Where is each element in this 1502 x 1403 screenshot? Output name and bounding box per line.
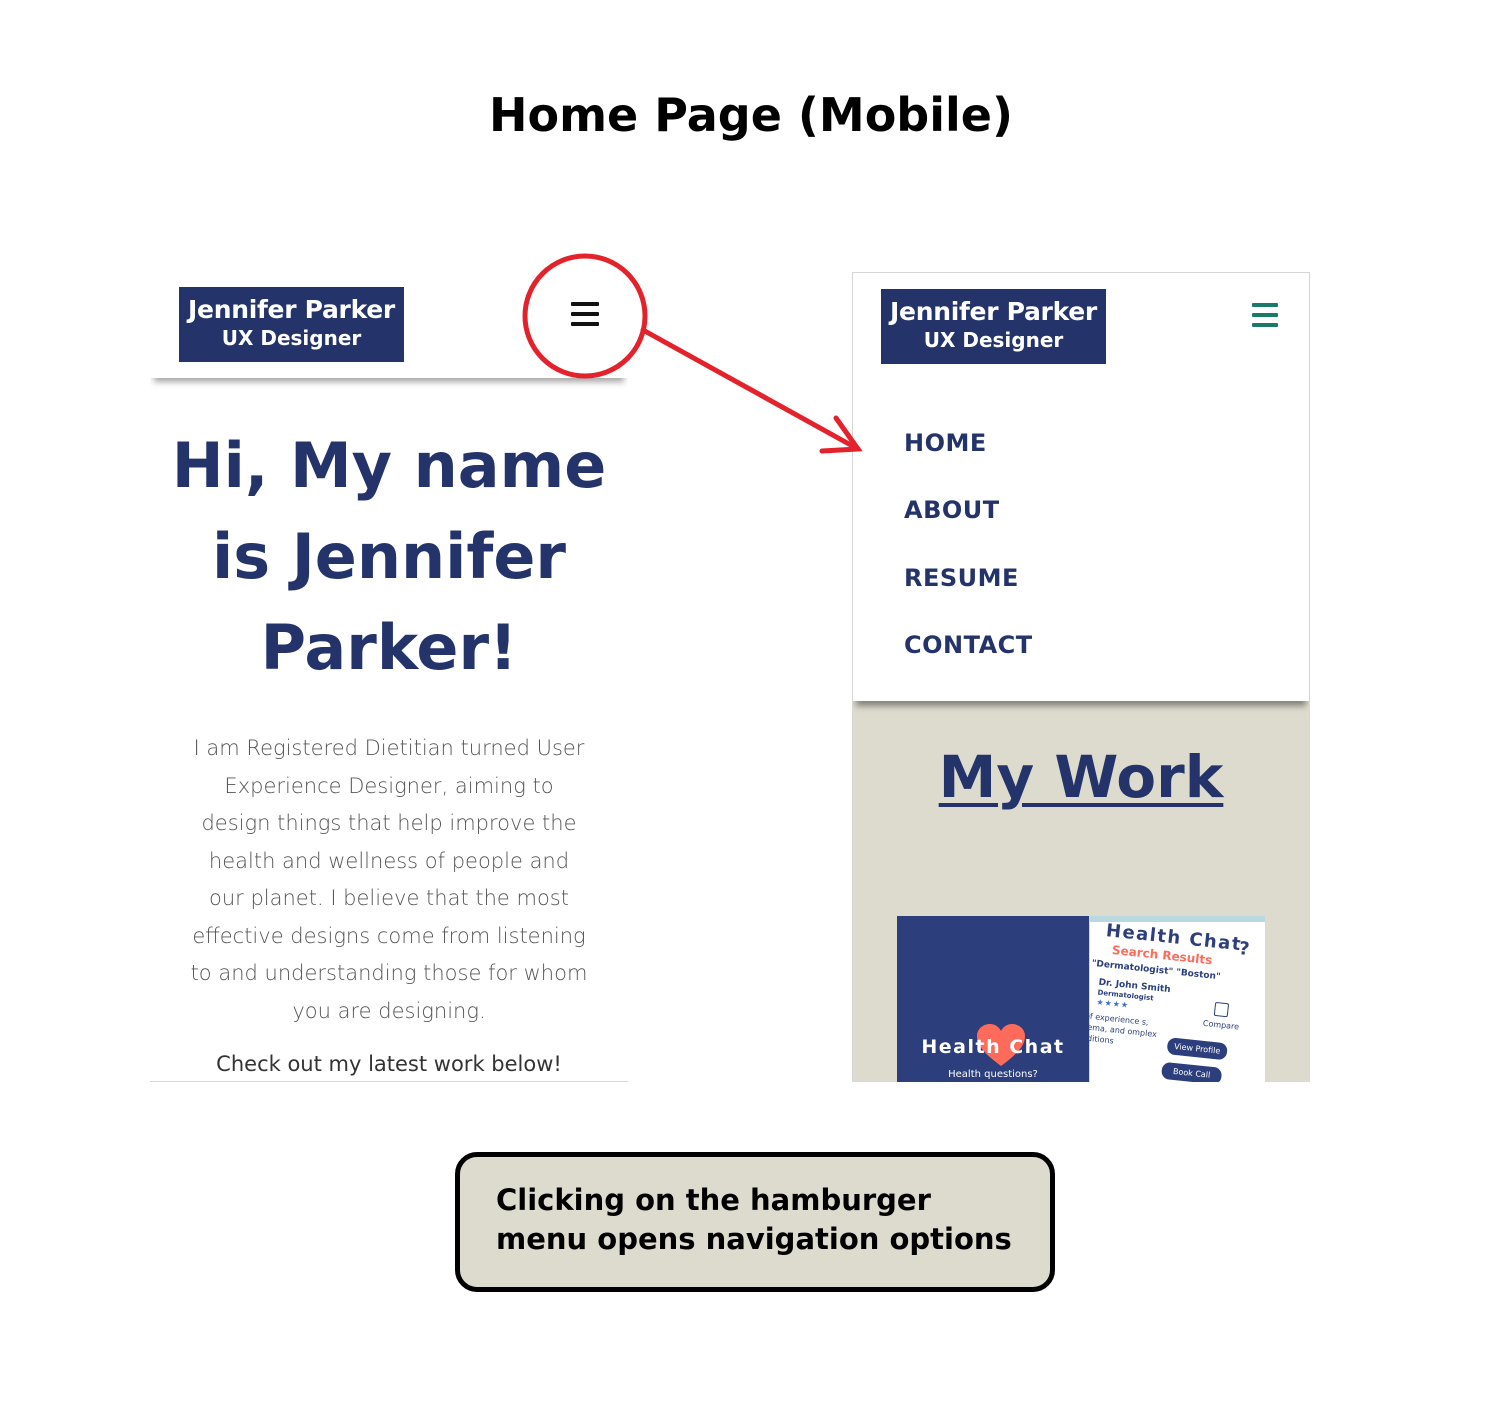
caption-text: Clicking on the hamburger menu opens nav…	[496, 1183, 1012, 1256]
project-card-tagline: Health questions?	[948, 1069, 1038, 1080]
project-card-brand: Health Chat	[921, 1036, 1065, 1058]
help-icon: ?	[1237, 938, 1251, 961]
hero-intro: I am Registered Dietitian turned User Ex…	[190, 736, 588, 1023]
mobile-home-open: Jennifer Parker UX Designer HOME ABOUT R…	[852, 272, 1310, 1082]
nav-resume[interactable]: RESUME	[904, 564, 1019, 592]
hero-cta: Check out my latest work below!	[216, 1052, 562, 1076]
my-work-heading[interactable]: My Work	[853, 743, 1309, 811]
site-header: Jennifer Parker UX Designer	[150, 270, 628, 378]
logo-role: UX Designer	[923, 328, 1064, 352]
nav-contact[interactable]: CONTACT	[904, 631, 1033, 659]
mobile-home-closed: Jennifer Parker UX Designer Hi, My name …	[150, 270, 628, 1082]
nav-home[interactable]: HOME	[904, 429, 987, 457]
logo-name: Jennifer Parker	[890, 297, 1097, 326]
app-preview-content: Health Chat ? Search Results r: "Dermato…	[1067, 916, 1265, 1082]
compare-label: Compare	[1202, 1018, 1240, 1032]
preview-experience: rs of experience s, eczema, and omplex c…	[1072, 1010, 1158, 1046]
compare-checkbox	[1213, 1001, 1230, 1018]
page-title: Home Page (Mobile)	[489, 88, 1013, 142]
book-call-button: Book Call	[1160, 1061, 1223, 1082]
app-preview-screenshot: Health Chat ? Search Results r: "Dermato…	[1072, 916, 1265, 1082]
site-logo[interactable]: Jennifer Parker UX Designer	[881, 289, 1106, 364]
hamburger-icon[interactable]	[571, 302, 599, 326]
logo-role: UX Designer	[221, 326, 362, 350]
caption-box: Clicking on the hamburger menu opens nav…	[455, 1152, 1055, 1292]
view-profile-button: View Profile	[1166, 1037, 1228, 1061]
hero-heading: Hi, My name is Jennifer Parker!	[171, 429, 607, 684]
slide: Home Page (Mobile) Jennifer Parker UX De…	[0, 0, 1502, 1403]
callout-arrow-line	[640, 327, 861, 452]
logo-name: Jennifer Parker	[188, 295, 395, 324]
nav-menu-panel: Jennifer Parker UX Designer HOME ABOUT R…	[853, 273, 1309, 701]
site-logo[interactable]: Jennifer Parker UX Designer	[179, 287, 404, 362]
hamburger-icon[interactable]	[1252, 303, 1278, 327]
project-card-health-chat[interactable]: Health Chat Health questions? Health Cha…	[897, 916, 1265, 1082]
nav-about[interactable]: ABOUT	[904, 496, 1000, 524]
project-card-cover: Health Chat Health questions?	[897, 916, 1089, 1082]
